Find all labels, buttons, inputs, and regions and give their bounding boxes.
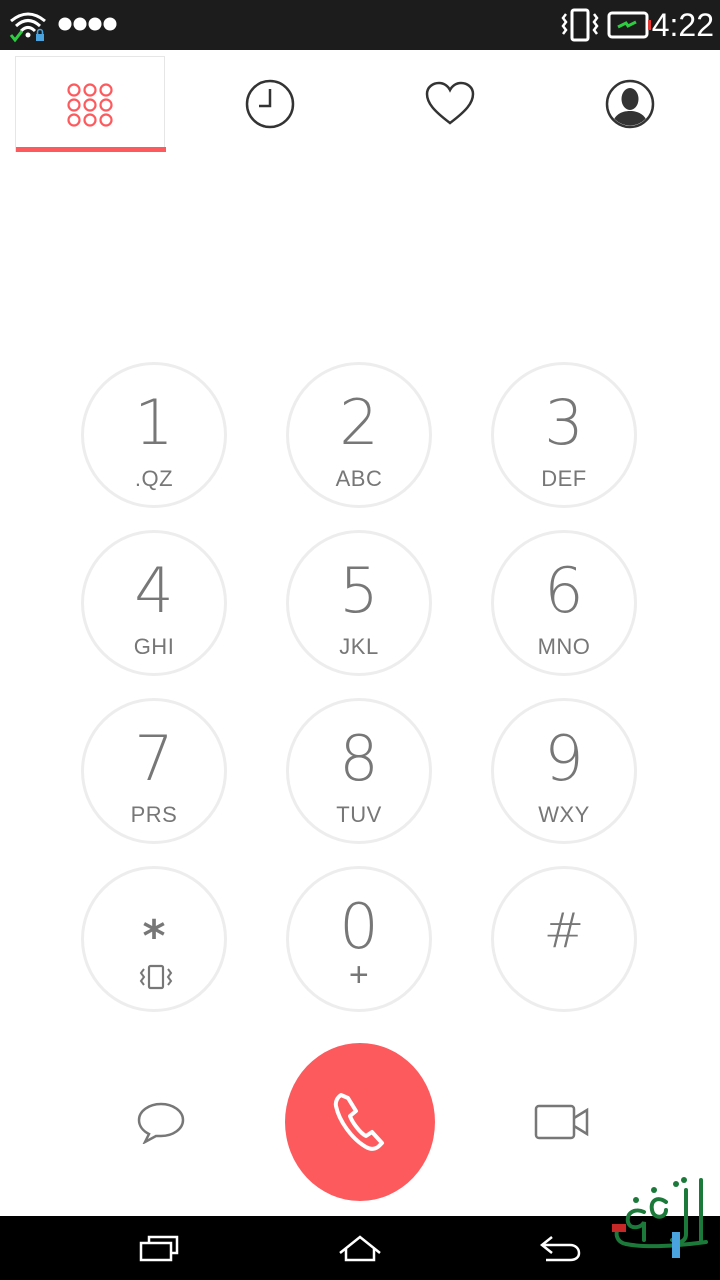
key-0-digit: 0	[339, 890, 379, 963]
wifi-icon	[9, 12, 46, 43]
key-7-letters: PRS	[130, 802, 178, 827]
key-9-letters: WXY	[538, 802, 590, 827]
key-8[interactable]: 8 TUV	[286, 698, 432, 844]
key-5-digit: 5	[339, 554, 379, 627]
recent-apps-icon	[139, 1235, 179, 1262]
back-arrow-icon	[539, 1236, 581, 1262]
video-camera-icon	[534, 1104, 589, 1140]
dialpad-grid-icon	[67, 82, 113, 127]
home-button[interactable]	[300, 1216, 420, 1280]
key-2-letters: ABC	[335, 466, 383, 491]
active-tab-indicator	[16, 147, 166, 152]
call-button[interactable]	[285, 1043, 435, 1201]
key-9[interactable]: 9 WXY	[491, 698, 637, 844]
key-1-digit: 1	[134, 386, 174, 459]
key-hash[interactable]: #	[491, 866, 637, 1012]
video-call-button[interactable]	[530, 1098, 594, 1146]
key-4-letters: GHI	[133, 634, 175, 659]
key-3[interactable]: 3 DEF	[491, 362, 637, 508]
key-3-letters: DEF	[541, 466, 587, 491]
key-8-digit: 8	[339, 722, 379, 795]
key-star-symbol: *	[142, 911, 166, 962]
key-6-digit: 6	[544, 554, 584, 627]
status-bar: 4:22	[0, 0, 720, 50]
clock-time: 4:22	[651, 7, 714, 43]
key-7[interactable]: 7 PRS	[81, 698, 227, 844]
key-6[interactable]: 6 MNO	[491, 530, 637, 676]
tab-favorites[interactable]	[375, 56, 525, 152]
home-icon	[339, 1235, 381, 1262]
heart-icon	[425, 81, 475, 125]
back-button[interactable]	[500, 1216, 620, 1280]
key-1[interactable]: 1 .QZ	[81, 362, 227, 508]
key-8-letters: TUV	[336, 802, 382, 827]
key-hash-symbol: #	[543, 903, 585, 959]
key-6-letters: MNO	[537, 634, 591, 659]
watermark-logo	[612, 1177, 708, 1258]
chat-bubble-icon	[137, 1102, 185, 1144]
recent-apps-button[interactable]	[100, 1216, 220, 1280]
tab-dialpad[interactable]	[15, 56, 166, 152]
key-2[interactable]: 2 ABC	[286, 362, 432, 508]
tab-bar	[0, 50, 720, 154]
signal-dots-icon	[58, 17, 117, 31]
key-7-digit: 7	[134, 722, 174, 795]
clock-icon	[245, 79, 295, 129]
key-1-letters: .QZ	[134, 466, 174, 491]
key-5[interactable]: 5 JKL	[286, 530, 432, 676]
key-9-digit: 9	[544, 722, 584, 795]
tab-recents[interactable]	[195, 56, 345, 152]
message-button[interactable]	[130, 1098, 192, 1146]
contact-avatar-icon	[605, 79, 655, 129]
vibrate-toggle-icon	[139, 964, 173, 990]
key-3-digit: 3	[544, 386, 584, 459]
key-4[interactable]: 4 GHI	[81, 530, 227, 676]
key-4-digit: 4	[134, 554, 174, 627]
phone-handset-icon	[333, 1093, 384, 1151]
battery-charging-icon	[607, 11, 651, 39]
tab-contacts[interactable]	[555, 56, 705, 152]
vibrate-icon	[561, 8, 599, 42]
key-5-letters: JKL	[339, 634, 379, 659]
key-0[interactable]: 0 +	[286, 866, 432, 1012]
dialed-number-display[interactable]	[0, 154, 720, 354]
key-2-digit: 2	[339, 386, 379, 459]
key-0-plus: +	[348, 956, 370, 994]
key-star[interactable]: *	[81, 866, 227, 1012]
